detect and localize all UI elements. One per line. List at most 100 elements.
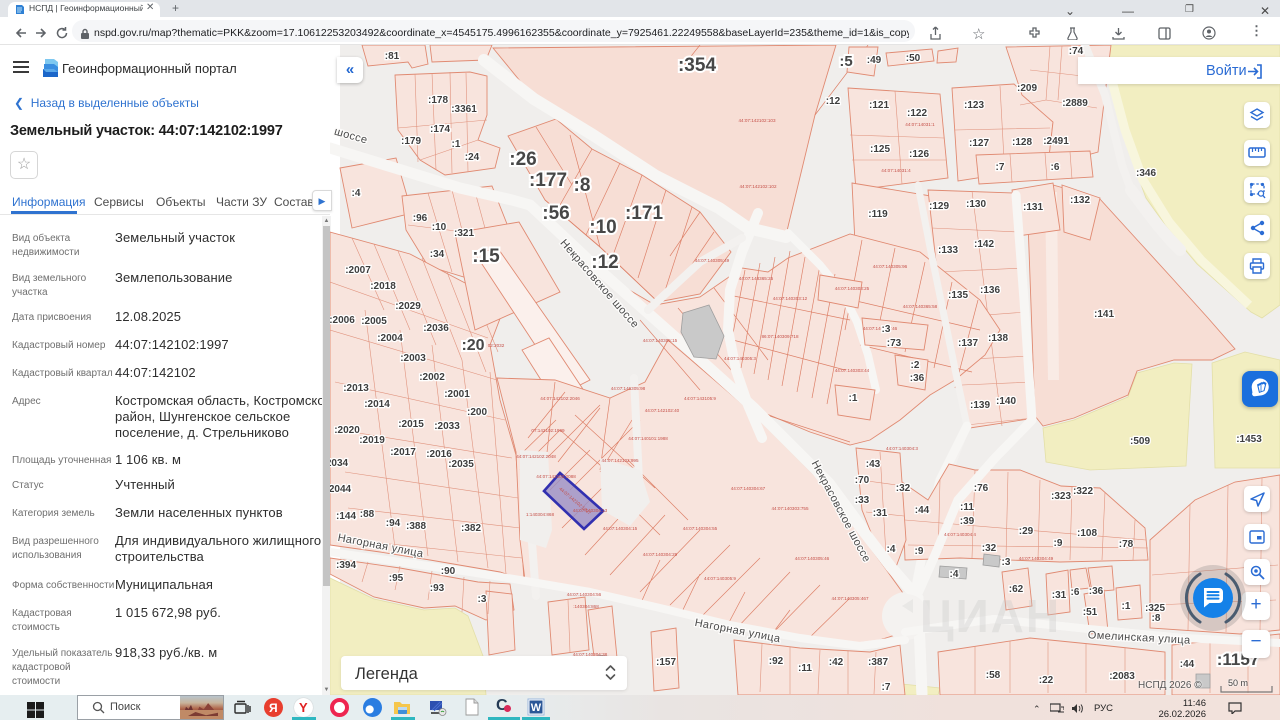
svg-text::4: :4: [887, 544, 896, 555]
svg-text::7: :7: [996, 162, 1005, 173]
svg-text:44:07:140304:3: 44:07:140304:3: [886, 446, 918, 451]
svg-text::125: :125: [870, 144, 890, 155]
svg-text:44:07:140304:55: 44:07:140304:55: [683, 526, 718, 531]
svg-text::322: :322: [1073, 486, 1093, 497]
svg-text::8: :8: [1152, 613, 1161, 624]
svg-text:44:07:142102:102: 44:07:142102:102: [739, 184, 776, 189]
svg-text::131: :131: [1023, 202, 1043, 213]
svg-text:02:2032: 02:2032: [488, 343, 505, 348]
svg-text::2015: :2015: [398, 419, 424, 430]
svg-text::94: :94: [386, 518, 401, 529]
svg-text:44:07:142102:2088: 44:07:142102:2088: [536, 474, 576, 479]
svg-text:44:07:140303:12: 44:07:140303:12: [773, 296, 808, 301]
svg-text::78: :78: [1119, 539, 1134, 550]
svg-text:ЦИАН: ЦИАН: [920, 590, 1061, 642]
svg-text::58: :58: [986, 670, 1001, 681]
svg-text::3361: :3361: [451, 104, 477, 115]
svg-text::2036: :2036: [423, 323, 449, 334]
svg-text::171: :171: [625, 203, 663, 224]
svg-text:1:140304:868: 1:140304:868: [526, 512, 555, 517]
svg-text::2007: :2007: [345, 265, 371, 276]
svg-text::321: :321: [454, 228, 474, 239]
svg-text::132: :132: [1070, 195, 1090, 206]
svg-text::323: :323: [1051, 491, 1071, 502]
svg-text::3: :3: [882, 324, 891, 335]
svg-text::26: :26: [509, 149, 536, 170]
svg-text:44:07:140303:755: 44:07:140303:755: [771, 506, 808, 511]
svg-text::127: :127: [969, 138, 989, 149]
svg-text::2013: :2013: [343, 383, 369, 394]
svg-text::74: :74: [1069, 46, 1084, 57]
svg-text:44:07:140304:29: 44:07:140304:29: [643, 552, 678, 557]
svg-text::2001: :2001: [444, 389, 470, 400]
svg-text::88: :88: [360, 509, 375, 520]
svg-text::142: :142: [974, 239, 994, 250]
svg-text::2002: :2002: [419, 372, 445, 383]
svg-text::22: :22: [1039, 675, 1054, 686]
svg-text::388: :388: [406, 521, 426, 532]
svg-text::42: :42: [829, 657, 844, 668]
svg-text::32: :32: [896, 483, 911, 494]
svg-text:44:07:140305:3: 44:07:140305:3: [724, 356, 756, 361]
svg-text::387: :387: [868, 657, 888, 668]
svg-text::122: :122: [907, 108, 927, 119]
svg-text::1: :1: [452, 139, 461, 150]
svg-text::44: :44: [915, 505, 930, 516]
svg-text:44:07:143105:9: 44:07:143105:9: [684, 396, 716, 401]
svg-text::140: :140: [996, 396, 1016, 407]
svg-text::50: :50: [906, 53, 921, 64]
svg-text::2017: :2017: [390, 447, 416, 458]
svg-text::136: :136: [980, 285, 1000, 296]
svg-text::4: :4: [352, 188, 361, 199]
svg-text::2029: :2029: [395, 301, 421, 312]
svg-text:44:07:140305:49: 44:07:140305:49: [695, 258, 730, 263]
svg-text::1: :1: [1122, 601, 1131, 612]
svg-text::12: :12: [591, 252, 618, 273]
svg-text::2005: :2005: [361, 316, 387, 327]
svg-text::93: :93: [430, 583, 445, 594]
svg-text:44:07:142102:103: 44:07:142102:103: [738, 118, 775, 123]
svg-text::137: :137: [958, 338, 978, 349]
svg-text:W: W: [531, 702, 542, 714]
svg-text::20: :20: [461, 337, 484, 354]
svg-text::140304:868: :140304:868: [573, 604, 599, 609]
svg-text::10: :10: [589, 217, 616, 238]
svg-text::31: :31: [873, 508, 888, 519]
svg-text:44:07:142102:995: 44:07:142102:995: [601, 458, 638, 463]
svg-text:44:07:140304:67: 44:07:140304:67: [731, 486, 766, 491]
svg-text:44:07:140304:13: 44:07:140304:13: [573, 508, 608, 513]
svg-text:44:07:14031:4: 44:07:14031:4: [881, 168, 911, 173]
svg-text::96: :96: [413, 213, 428, 224]
svg-text::394: :394: [336, 560, 356, 571]
svg-text::1453: :1453: [1236, 434, 1262, 445]
svg-text:44:07:143305:467: 44:07:143305:467: [831, 596, 868, 601]
svg-text::1: :1: [849, 393, 858, 404]
svg-text::90: :90: [441, 566, 456, 577]
svg-text::123: :123: [964, 100, 984, 111]
svg-text:44:07:140304:49: 44:07:140304:49: [1019, 556, 1054, 561]
svg-text::3: :3: [1002, 557, 1011, 568]
svg-text:44:07:142102:40: 44:07:142102:40: [645, 408, 680, 413]
svg-text::138: :138: [988, 333, 1008, 344]
svg-text::128: :128: [1012, 137, 1032, 148]
svg-text::2020: :2020: [334, 425, 360, 436]
svg-text::382: :382: [461, 523, 481, 534]
svg-text:44:07:140365:58: 44:07:140365:58: [903, 304, 938, 309]
svg-text::32: :32: [982, 543, 997, 554]
svg-text::56: :56: [542, 203, 569, 224]
svg-text::119: :119: [868, 209, 888, 220]
svg-text:44:07:140304:56: 44:07:140304:56: [567, 592, 602, 597]
svg-text:44:07:140101:1988: 44:07:140101:1988: [628, 436, 668, 441]
svg-text::29: :29: [1019, 526, 1034, 537]
svg-text::8: :8: [574, 175, 591, 196]
svg-text::4: :4: [950, 569, 959, 580]
svg-text::7: :7: [882, 682, 891, 693]
svg-text::177: :177: [529, 170, 567, 191]
svg-text::2: :2: [911, 360, 920, 371]
svg-text::43: :43: [866, 459, 881, 470]
svg-text::36: :36: [1089, 586, 1104, 597]
svg-text::9: :9: [915, 546, 924, 557]
svg-text::9: :9: [1054, 538, 1063, 549]
svg-text::209: :209: [1017, 83, 1037, 94]
svg-text:44:07:140305:46: 44:07:140305:46: [795, 556, 830, 561]
